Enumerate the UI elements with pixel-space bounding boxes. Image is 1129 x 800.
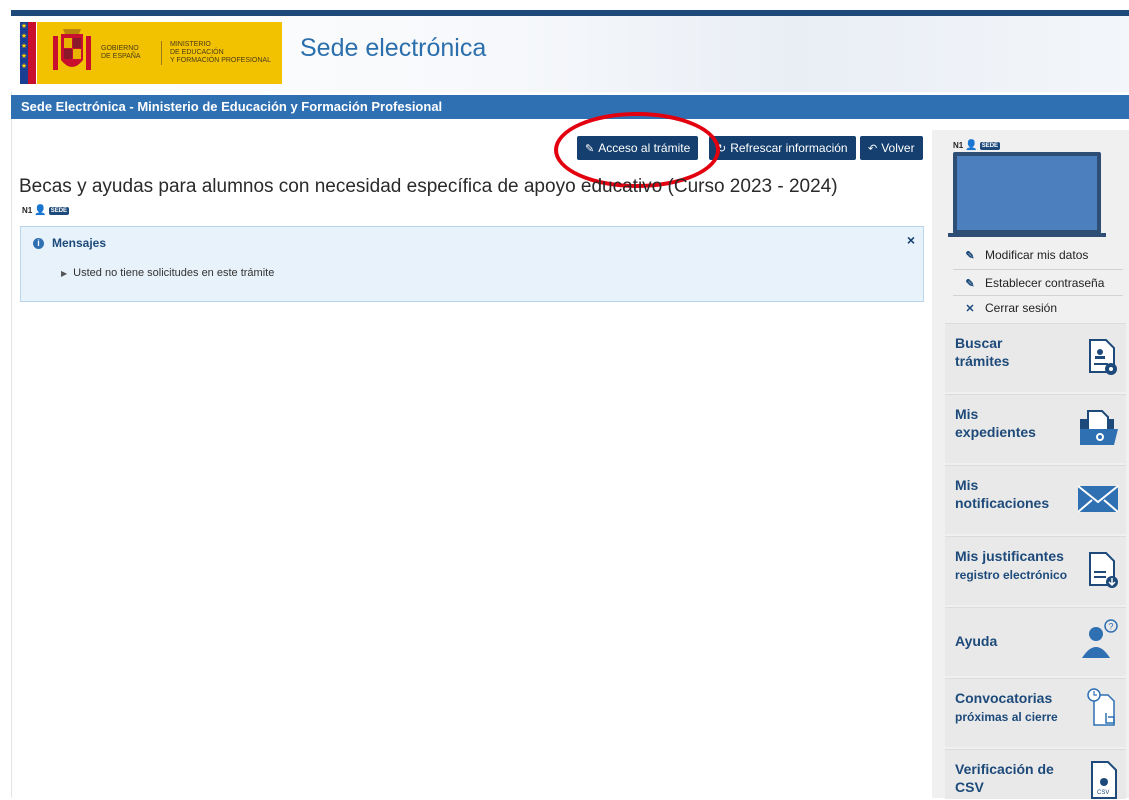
ministry-line-2: de Educación xyxy=(170,49,224,56)
card-label: Ayuda xyxy=(955,632,997,650)
back-label: Volver xyxy=(881,141,915,155)
coat-of-arms-icon xyxy=(53,29,91,70)
card-label: Mis notificaciones xyxy=(955,476,1049,512)
gov-line-1: Gobierno xyxy=(101,45,139,52)
user-edit-icon: ✎ xyxy=(965,249,975,262)
divider xyxy=(953,295,1123,296)
close-icon: ✕ xyxy=(965,302,975,315)
modify-data-link[interactable]: ✎ Modificar mis datos xyxy=(964,248,1088,262)
refresh-button[interactable]: ↻ Refrescar información xyxy=(709,136,856,160)
messages-header: i Mensajes xyxy=(33,236,106,250)
access-level-badge: N1 👤 SEDE xyxy=(22,205,70,216)
my-files-card[interactable]: Mis expedientes xyxy=(945,394,1126,463)
card-line-1: Mis xyxy=(955,477,979,493)
card-line-2: próximas al cierre xyxy=(955,710,1058,724)
close-icon[interactable]: × xyxy=(907,232,915,248)
svg-text:?: ? xyxy=(1109,622,1114,632)
user-icon: 👤 xyxy=(965,140,978,151)
monitor-base xyxy=(948,233,1106,237)
message-item: ▶ Usted no tiene solicitudes en este trám… xyxy=(61,267,274,279)
card-line-1: Ayuda xyxy=(955,633,998,649)
gov-line-2: de España xyxy=(101,53,141,60)
back-arrow-icon: ↶ xyxy=(868,143,878,155)
ministry-line-3: y Formación Profesional xyxy=(170,57,271,64)
ministry-label: Ministerio de Educación y Formación Prof… xyxy=(161,41,271,65)
card-line-1: Mis justificantes xyxy=(955,548,1064,564)
card-line-2: expedientes xyxy=(955,424,1036,440)
window-top-edge xyxy=(11,0,1129,10)
monitor-illustration xyxy=(953,152,1101,234)
help-user-icon: ? xyxy=(1082,619,1118,658)
card-line-1: Buscar xyxy=(955,335,1003,351)
csv-verification-card[interactable]: Verificación de CSV CSV xyxy=(945,749,1126,799)
message-text: Usted no tiene solicitudes en este trámi… xyxy=(73,267,275,279)
card-line-2: registro electrónico xyxy=(955,568,1068,582)
site-title[interactable]: Sede electrónica xyxy=(300,34,486,63)
search-procedures-card[interactable]: Buscar trámites xyxy=(945,323,1126,392)
card-line-1: Verificación de xyxy=(955,761,1054,777)
card-line-2: notificaciones xyxy=(955,495,1050,511)
card-label: Buscar trámites xyxy=(955,334,1009,370)
logout-label: Cerrar sesión xyxy=(985,301,1058,315)
refresh-label: Refrescar información xyxy=(730,141,848,155)
card-line-1: Convocatorias xyxy=(955,690,1053,706)
info-icon: i xyxy=(33,237,44,249)
page-title: Becas y ayudas para alumnos con necesida… xyxy=(19,176,838,197)
level-label: N1 xyxy=(22,206,33,215)
clock-document-icon xyxy=(1087,688,1115,726)
card-line-2: CSV xyxy=(955,779,984,795)
my-notifications-card[interactable]: Mis notificaciones xyxy=(945,465,1126,534)
user-key-icon: ✎ xyxy=(965,277,975,290)
card-label: Mis expedientes xyxy=(955,405,1036,441)
sidebar-level-label: N1 xyxy=(953,141,964,150)
sede-badge: SEDE xyxy=(48,206,70,215)
help-card[interactable]: Ayuda ? xyxy=(945,607,1126,676)
logout-link[interactable]: ✕ Cerrar sesión xyxy=(964,301,1057,315)
sidebar: N1 👤 SEDE ✎ Modificar mis datos ✎ Establec… xyxy=(932,130,1129,799)
bullet-triangle-icon: ▶ xyxy=(61,269,68,278)
ministry-line-1: Ministerio xyxy=(170,41,211,48)
window-left-edge xyxy=(0,0,12,798)
divider xyxy=(953,269,1123,270)
eu-flag-icon: ★ ★ ★ ★ ★ xyxy=(20,22,36,84)
card-label: Mis justificantes registro electrónico xyxy=(955,547,1067,584)
card-line-1: Mis xyxy=(955,406,979,422)
site-header: ★ ★ ★ ★ ★ Gobierno de España Ministerio de E… xyxy=(11,16,1129,92)
user-icon: 👤 xyxy=(34,205,47,216)
sidebar-level-badge: N1 👤 SEDE xyxy=(953,140,1001,151)
back-button[interactable]: ↶ Volver xyxy=(860,136,923,160)
card-label: Convocatorias próximas al cierre xyxy=(955,689,1058,726)
card-line-2: trámites xyxy=(955,353,1010,369)
folder-search-icon xyxy=(1080,410,1118,445)
messages-panel: i Mensajes × ▶ Usted no tiene solicitudes… xyxy=(20,226,924,302)
envelope-icon xyxy=(1077,485,1119,513)
sidebar-sede-badge: SEDE xyxy=(979,141,1001,150)
messages-heading: Mensajes xyxy=(52,236,107,250)
my-receipts-card[interactable]: Mis justificantes registro electrónico xyxy=(945,536,1126,605)
government-label: Gobierno de España xyxy=(101,45,151,61)
card-label: Verificación de CSV xyxy=(955,760,1054,796)
csv-document-icon: CSV xyxy=(1091,761,1117,799)
breadcrumb-bar: Sede Electrónica - Ministerio de Educaci… xyxy=(11,95,1129,119)
document-search-icon xyxy=(1089,339,1117,375)
upcoming-calls-card[interactable]: Convocatorias próximas al cierre xyxy=(945,678,1126,747)
modify-data-label: Modificar mis datos xyxy=(985,248,1089,262)
government-logo[interactable]: Gobierno de España Ministerio de Educaci… xyxy=(37,22,282,84)
csv-icon-label: CSV xyxy=(1097,790,1109,796)
set-password-label: Establecer contraseña xyxy=(985,276,1105,290)
set-password-link[interactable]: ✎ Establecer contraseña xyxy=(964,276,1104,290)
document-download-icon xyxy=(1089,552,1118,588)
